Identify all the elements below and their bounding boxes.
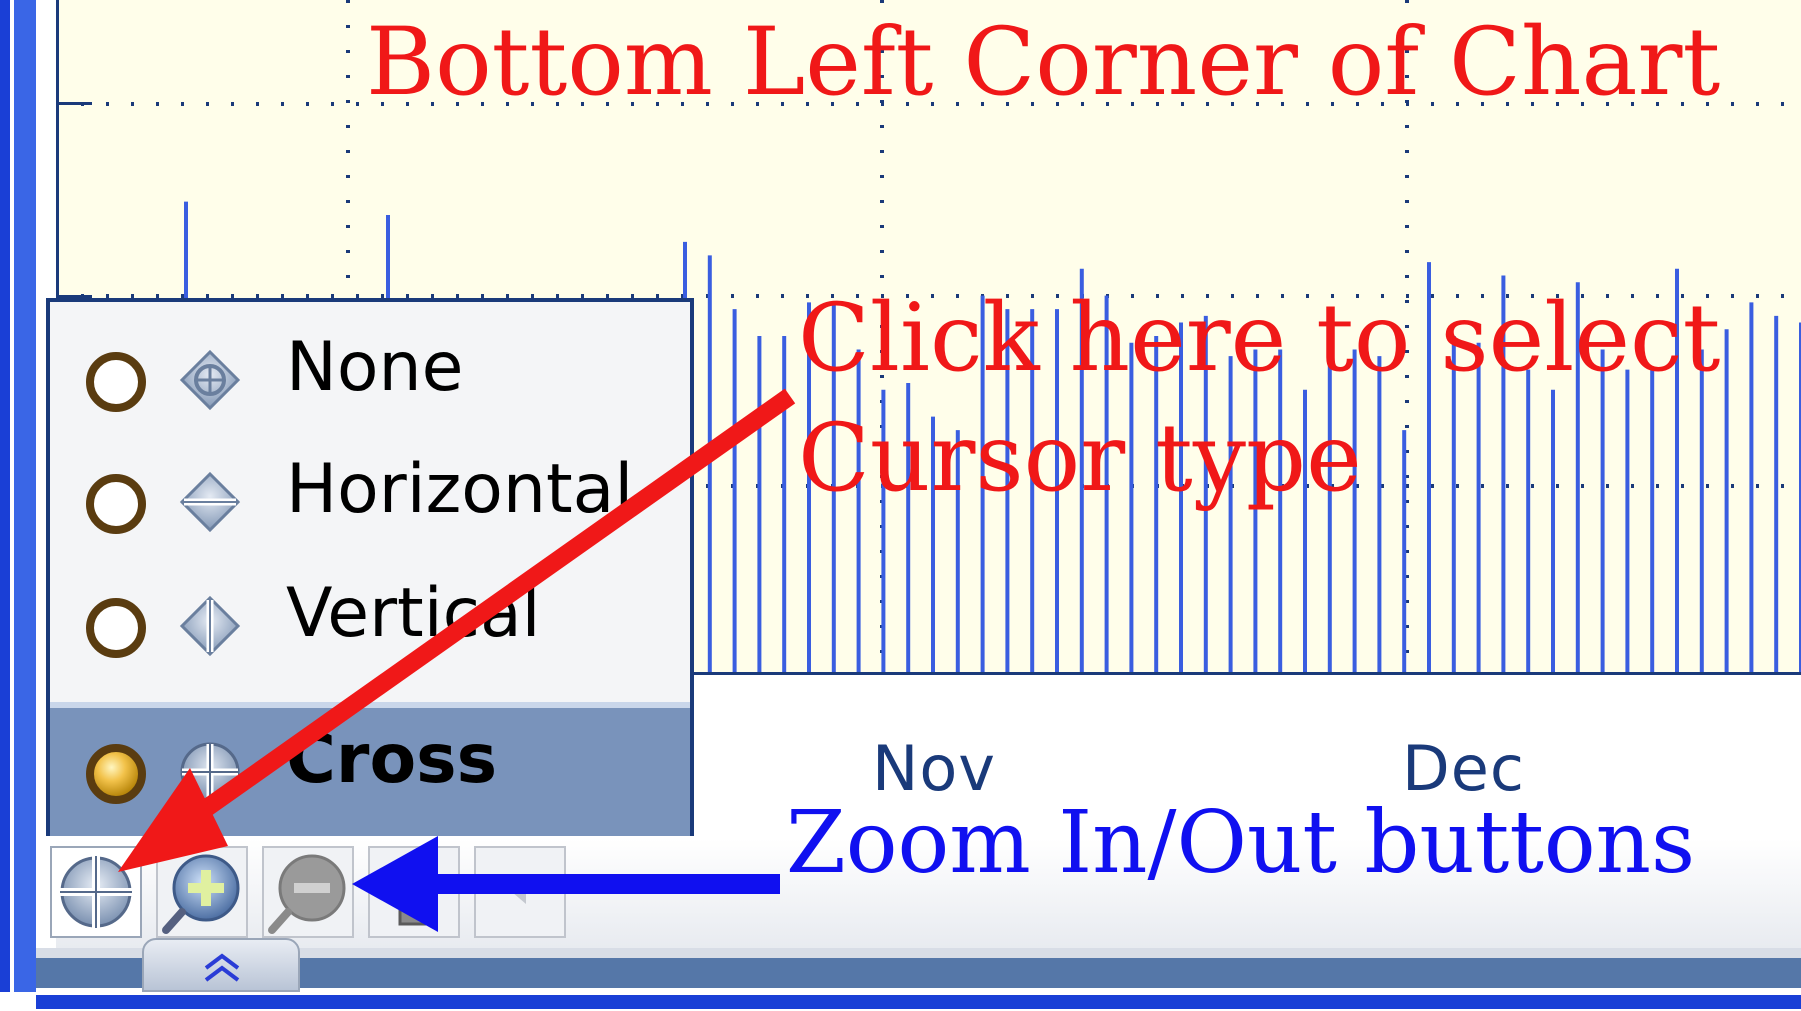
extra-button[interactable]	[474, 846, 566, 938]
panel-footer-bar	[36, 958, 1801, 988]
expand-panel-tab[interactable]	[142, 938, 300, 992]
pan-icon	[398, 862, 432, 926]
zoom-out-button[interactable]	[262, 846, 354, 938]
cursor-none-icon	[179, 349, 241, 411]
menu-item-label-vertical: Vertical	[286, 574, 541, 653]
menu-item-label-none: None	[286, 328, 464, 407]
double-chevron-up-icon	[204, 953, 240, 982]
y-axis-tick	[56, 102, 92, 105]
annotation-cursor-line1: Click here to select	[798, 284, 1721, 393]
menu-item-horizontal[interactable]: Horizontal	[50, 430, 690, 558]
radio-horizontal[interactable]	[86, 474, 146, 534]
cursor-vertical-icon	[179, 595, 241, 657]
cursor-horizontal-icon	[179, 471, 241, 533]
annotation-cursor-line2: Cursor type	[798, 404, 1362, 513]
crosshair-icon	[60, 856, 132, 928]
annotation-zoom: Zoom In/Out buttons	[786, 793, 1696, 893]
radio-vertical[interactable]	[86, 598, 146, 658]
menu-item-vertical[interactable]: Vertical	[50, 558, 690, 686]
zoom-out-icon	[268, 854, 346, 934]
arrow-left-icon	[512, 880, 526, 904]
zoom-in-button[interactable]	[156, 846, 248, 938]
radio-cross[interactable]	[86, 744, 146, 804]
status-strip	[36, 948, 1801, 958]
annotation-title: Bottom Left Corner of Chart	[366, 8, 1721, 117]
cursor-cross-icon	[180, 742, 240, 802]
menu-item-none[interactable]: None	[50, 302, 690, 430]
window-border-bottom	[36, 995, 1801, 1009]
pan-button[interactable]	[368, 846, 460, 938]
menu-item-label-horizontal: Horizontal	[286, 450, 634, 529]
cursor-type-menu: None Horizontal Vertical Cross	[46, 298, 694, 836]
zoom-in-icon	[162, 854, 240, 934]
menu-item-cross[interactable]: Cross	[50, 708, 690, 836]
menu-item-label-cross: Cross	[286, 720, 498, 799]
radio-none[interactable]	[86, 352, 146, 412]
cursor-type-button[interactable]	[50, 846, 142, 938]
